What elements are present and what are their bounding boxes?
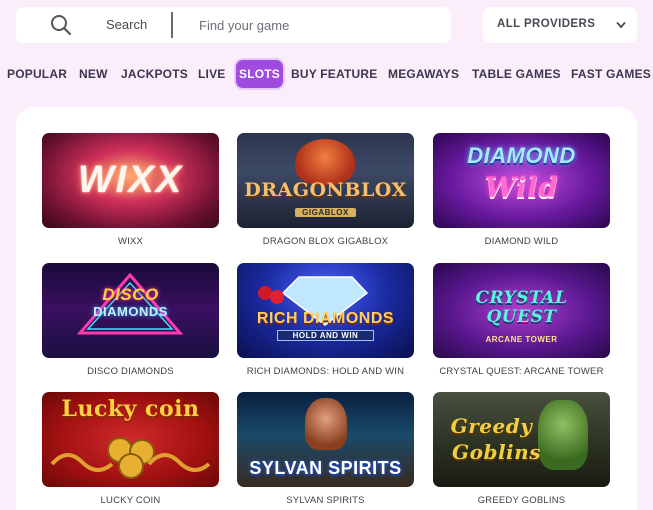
- game-tile-lucky-coin[interactable]: Lucky coin LUCKY COIN: [42, 392, 219, 506]
- tab-fast-games[interactable]: FAST GAMES: [571, 60, 651, 88]
- tab-new[interactable]: NEW: [79, 60, 108, 88]
- search-bar: Search: [16, 7, 451, 43]
- game-art-subtitle: Wild: [484, 171, 559, 204]
- game-name[interactable]: CRYSTAL QUEST: ARCANE TOWER: [433, 366, 610, 377]
- game-thumbnail[interactable]: RICH DIAMONDS HOLD AND WIN: [237, 263, 414, 358]
- game-art-title: DRAGONBLOX: [244, 179, 407, 201]
- game-art-title: Greedy: [450, 414, 533, 438]
- game-art-subtitle: ARCANE TOWER: [485, 335, 558, 344]
- game-thumbnail[interactable]: Lucky coin: [42, 392, 219, 487]
- game-tile-greedy-goblins[interactable]: Greedy Goblins GREEDY GOBLINS: [433, 392, 610, 506]
- tab-buy-feature[interactable]: BUY FEATURE: [291, 60, 377, 88]
- game-art-subtitle: Goblins: [452, 440, 541, 464]
- game-art-title: RICH DIAMONDS: [256, 310, 395, 327]
- providers-selected: ALL PROVIDERS: [497, 18, 596, 30]
- games-panel: WIXX WIXX DRAGONBLOX GIGABLOX DRAGON BLO…: [16, 107, 637, 510]
- game-art-subtitle: HOLD AND WIN: [277, 330, 374, 341]
- game-name[interactable]: WIXX: [42, 236, 219, 247]
- search-icon[interactable]: [50, 14, 72, 36]
- search-divider: [171, 12, 173, 38]
- game-name[interactable]: SYLVAN SPIRITS: [237, 495, 414, 506]
- game-thumbnail[interactable]: DRAGONBLOX GIGABLOX: [237, 133, 414, 228]
- search-input[interactable]: [186, 11, 436, 39]
- providers-dropdown[interactable]: ALL PROVIDERS: [483, 7, 637, 43]
- game-name[interactable]: DRAGON BLOX GIGABLOX: [237, 236, 414, 247]
- chevron-down-icon: [616, 21, 626, 29]
- game-thumbnail[interactable]: DISCO DIAMONDS: [42, 263, 219, 358]
- game-thumbnail[interactable]: DIAMOND Wild: [433, 133, 610, 228]
- category-tabs: POPULAR NEW JACKPOTS LIVE SLOTS BUY FEAT…: [0, 60, 653, 88]
- game-thumbnail[interactable]: WIXX: [42, 133, 219, 228]
- game-tile-disco-diamonds[interactable]: DISCO DIAMONDS DISCO DIAMONDS: [42, 263, 219, 377]
- game-tile-diamond-wild[interactable]: DIAMOND Wild DIAMOND WILD: [433, 133, 610, 247]
- tab-table-games[interactable]: TABLE GAMES: [472, 60, 561, 88]
- game-tile-sylvan-spirits[interactable]: SYLVAN SPIRITS SYLVAN SPIRITS: [237, 392, 414, 506]
- game-art-title: DISCO: [102, 285, 159, 304]
- tab-megaways[interactable]: MEGAWAYS: [388, 60, 459, 88]
- game-art-title: SYLVAN SPIRITS: [249, 458, 402, 478]
- game-name[interactable]: RICH DIAMONDS: HOLD AND WIN: [237, 366, 414, 377]
- search-label: Search: [106, 17, 148, 32]
- game-thumbnail[interactable]: Greedy Goblins: [433, 392, 610, 487]
- game-name[interactable]: DISCO DIAMONDS: [42, 366, 219, 377]
- tab-slots[interactable]: SLOTS: [236, 60, 284, 88]
- game-thumbnail[interactable]: CRYSTAL QUEST ARCANE TOWER: [433, 263, 610, 358]
- coins-art: [50, 437, 211, 479]
- game-art-subtitle: DIAMONDS: [93, 304, 168, 319]
- game-tile-dragon-blox[interactable]: DRAGONBLOX GIGABLOX DRAGON BLOX GIGABLOX: [237, 133, 414, 247]
- game-tile-crystal-quest[interactable]: CRYSTAL QUEST ARCANE TOWER CRYSTAL QUEST…: [433, 263, 610, 377]
- game-name[interactable]: DIAMOND WILD: [433, 236, 610, 247]
- game-tile-rich-diamonds[interactable]: RICH DIAMONDS HOLD AND WIN RICH DIAMONDS…: [237, 263, 414, 377]
- tab-jackpots[interactable]: JACKPOTS: [121, 60, 188, 88]
- game-art-subtitle: GIGABLOX: [295, 208, 356, 217]
- game-tile-wixx[interactable]: WIXX WIXX: [42, 133, 219, 247]
- spirit-art: [305, 398, 347, 450]
- game-thumbnail[interactable]: SYLVAN SPIRITS: [237, 392, 414, 487]
- game-name[interactable]: LUCKY COIN: [42, 495, 219, 506]
- game-art-title: DIAMOND: [467, 143, 576, 168]
- game-art-title: WIXX: [77, 159, 184, 201]
- game-art-title: CRYSTAL QUEST: [475, 288, 568, 327]
- tab-popular[interactable]: POPULAR: [7, 60, 67, 88]
- tab-live[interactable]: LIVE: [198, 60, 225, 88]
- game-name[interactable]: GREEDY GOBLINS: [433, 495, 610, 506]
